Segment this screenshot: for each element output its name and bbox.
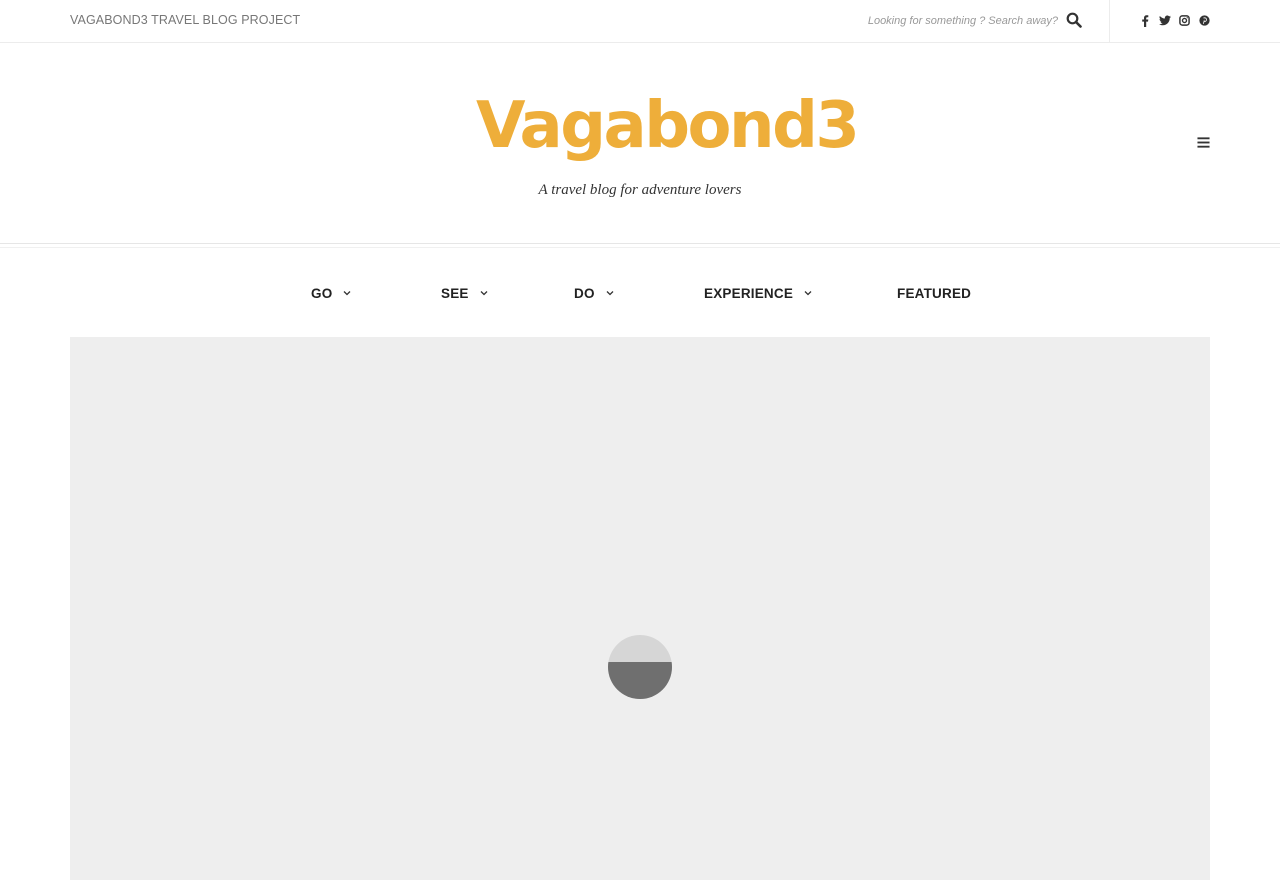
nav-item-label: FEATURED xyxy=(897,285,972,301)
chevron-down-icon xyxy=(804,291,812,296)
nav-item-label: GO xyxy=(311,285,333,301)
top-bar: VAGABOND3 TRAVEL BLOG PROJECT xyxy=(0,0,1280,43)
loading-spinner-fill xyxy=(608,662,672,699)
nav-item-see[interactable]: SEE xyxy=(441,283,489,303)
chevron-down-icon xyxy=(480,291,488,296)
site-brand-link[interactable]: VAGABOND3 TRAVEL BLOG PROJECT xyxy=(70,13,300,27)
social-links xyxy=(1138,14,1211,30)
site-logo[interactable]: Vagabond3 xyxy=(476,86,860,166)
chevron-down-icon xyxy=(606,291,614,296)
nav-item-label: DO xyxy=(574,285,595,301)
search-input[interactable] xyxy=(860,10,1058,32)
twitter-icon[interactable] xyxy=(1158,14,1171,27)
hamburger-menu-icon[interactable] xyxy=(1197,136,1211,150)
instagram-icon[interactable] xyxy=(1178,14,1191,27)
nav-item-featured[interactable]: FEATURED xyxy=(897,283,971,303)
search-icon[interactable] xyxy=(1066,12,1084,30)
site-tagline: A travel blog for adventure lovers xyxy=(538,182,742,198)
main-navigation: GO SEE DO EXPERIENCE FEATURED xyxy=(0,248,1280,336)
nav-item-experience[interactable]: EXPERIENCE xyxy=(704,283,813,303)
pinterest-icon[interactable] xyxy=(1198,14,1211,27)
featured-slider xyxy=(70,337,1210,880)
search-area xyxy=(860,0,1110,42)
chevron-down-icon xyxy=(343,291,351,296)
nav-item-label: EXPERIENCE xyxy=(704,285,794,301)
nav-item-label: SEE xyxy=(441,285,469,301)
nav-item-do[interactable]: DO xyxy=(574,283,615,303)
nav-item-go[interactable]: GO xyxy=(311,283,352,303)
facebook-icon[interactable] xyxy=(1138,14,1151,27)
header-divider xyxy=(0,243,1280,244)
loading-spinner xyxy=(608,635,672,699)
